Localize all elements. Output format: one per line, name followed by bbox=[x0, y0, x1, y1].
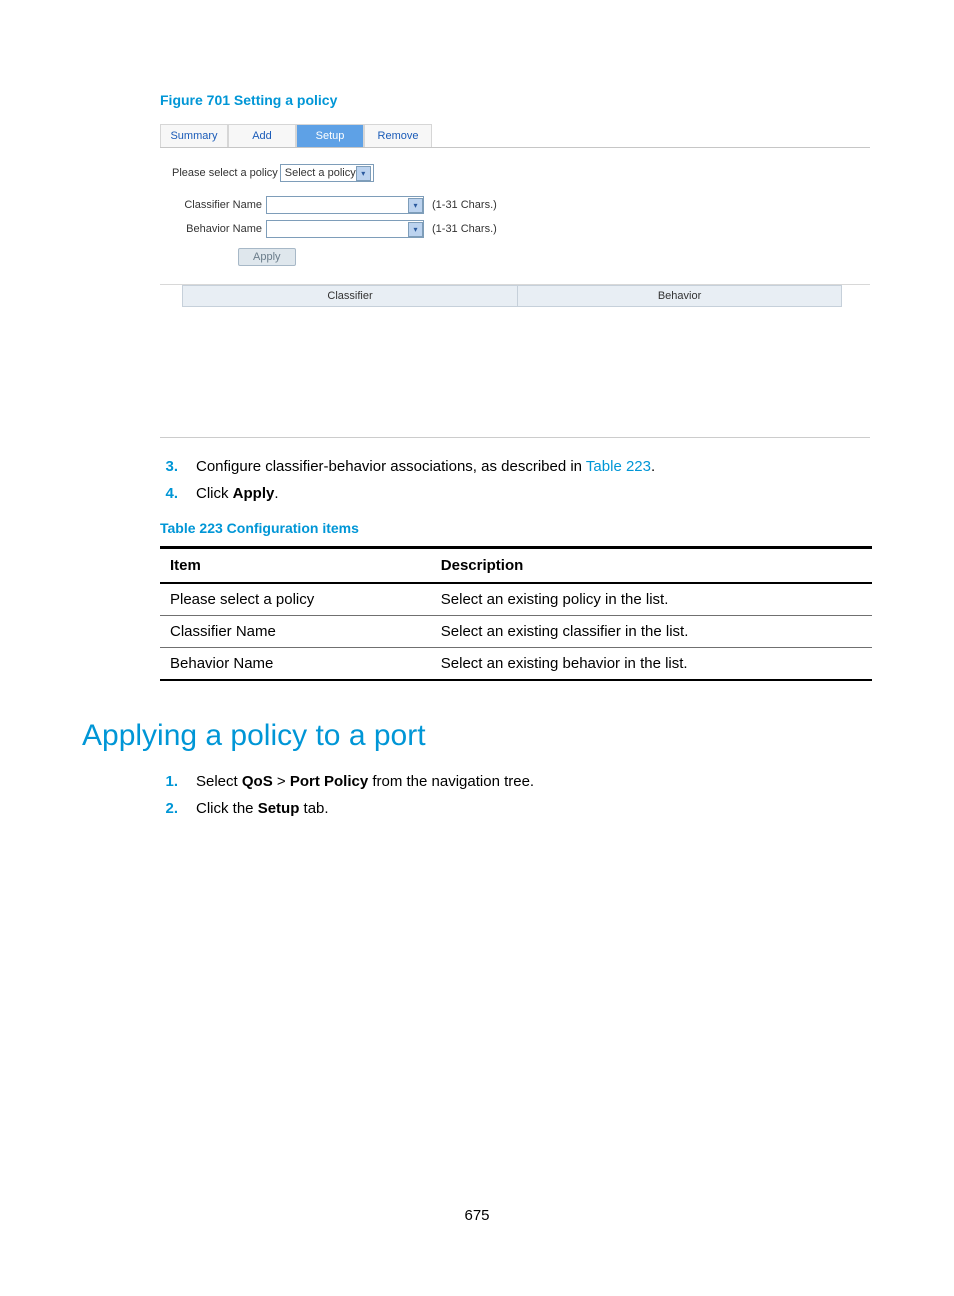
list-item: 2. Click the Setup tab. bbox=[160, 800, 872, 817]
table-header-item: Item bbox=[160, 548, 431, 584]
text: from the navigation tree. bbox=[368, 773, 534, 790]
behavior-name-label: Behavior Name bbox=[182, 223, 262, 235]
item-number: 2. bbox=[160, 800, 178, 817]
list-item: 1. Select QoS > Port Policy from the nav… bbox=[160, 773, 872, 790]
policy-label: Please select a policy bbox=[172, 167, 278, 179]
policy-select[interactable]: Select a policy ▾ bbox=[280, 164, 374, 182]
qos-bold: QoS bbox=[242, 773, 273, 790]
text: Click the bbox=[196, 800, 258, 817]
ordered-list-b: 1. Select QoS > Port Policy from the nav… bbox=[160, 773, 872, 817]
text: Configure classifier-behavior associatio… bbox=[196, 458, 586, 475]
list-item: 4. Click Apply. bbox=[160, 485, 872, 502]
cell-item: Behavior Name bbox=[160, 648, 431, 681]
behavior-name-select[interactable]: ▾ bbox=[266, 220, 424, 238]
cell-desc: Select an existing policy in the list. bbox=[431, 583, 872, 616]
text: > bbox=[273, 773, 290, 790]
page-number: 675 bbox=[0, 1207, 954, 1224]
tab-remove[interactable]: Remove bbox=[364, 124, 432, 147]
setup-bold: Setup bbox=[258, 800, 300, 817]
cell-desc: Select an existing behavior in the list. bbox=[431, 648, 872, 681]
table-header-description: Description bbox=[431, 548, 872, 584]
policy-select-value: Select a policy bbox=[285, 167, 356, 179]
result-header-behavior: Behavior bbox=[518, 286, 842, 307]
text: . bbox=[651, 458, 655, 475]
section-heading: Applying a policy to a port bbox=[82, 719, 872, 753]
table-223-link[interactable]: Table 223 bbox=[586, 458, 651, 475]
table-row: Please select a policy Select an existin… bbox=[160, 583, 872, 616]
classifier-name-label: Classifier Name bbox=[182, 199, 262, 211]
tab-add[interactable]: Add bbox=[228, 124, 296, 147]
classifier-name-select[interactable]: ▾ bbox=[266, 196, 424, 214]
result-header-classifier: Classifier bbox=[183, 286, 518, 307]
classifier-name-hint: (1-31 Chars.) bbox=[432, 199, 497, 211]
apply-button[interactable]: Apply bbox=[238, 248, 296, 266]
item-number: 4. bbox=[160, 485, 178, 502]
cell-item: Classifier Name bbox=[160, 616, 431, 648]
tab-setup[interactable]: Setup bbox=[296, 124, 364, 147]
table-caption: Table 223 Configuration items bbox=[160, 520, 872, 536]
figure-screenshot: Summary Add Setup Remove Please select a… bbox=[160, 120, 870, 438]
item-number: 3. bbox=[160, 458, 178, 475]
tabbar: Summary Add Setup Remove bbox=[160, 120, 870, 148]
text: tab. bbox=[299, 800, 328, 817]
ordered-list-a: 3. Configure classifier-behavior associa… bbox=[160, 458, 872, 502]
tab-summary[interactable]: Summary bbox=[160, 124, 228, 147]
item-number: 1. bbox=[160, 773, 178, 790]
table-row: Behavior Name Select an existing behavio… bbox=[160, 648, 872, 681]
text: Click bbox=[196, 485, 233, 502]
port-policy-bold: Port Policy bbox=[290, 773, 368, 790]
result-table: Classifier Behavior bbox=[182, 285, 842, 307]
figure-caption: Figure 701 Setting a policy bbox=[160, 92, 872, 108]
behavior-name-hint: (1-31 Chars.) bbox=[432, 223, 497, 235]
config-table: Item Description Please select a policy … bbox=[160, 546, 872, 681]
table-row: Classifier Name Select an existing class… bbox=[160, 616, 872, 648]
chevron-down-icon: ▾ bbox=[356, 166, 371, 181]
cell-item: Please select a policy bbox=[160, 583, 431, 616]
text: Select bbox=[196, 773, 242, 790]
cell-desc: Select an existing classifier in the lis… bbox=[431, 616, 872, 648]
list-item: 3. Configure classifier-behavior associa… bbox=[160, 458, 872, 475]
chevron-down-icon: ▾ bbox=[408, 198, 423, 213]
apply-bold: Apply bbox=[233, 485, 275, 502]
chevron-down-icon: ▾ bbox=[408, 222, 423, 237]
text: . bbox=[274, 485, 278, 502]
